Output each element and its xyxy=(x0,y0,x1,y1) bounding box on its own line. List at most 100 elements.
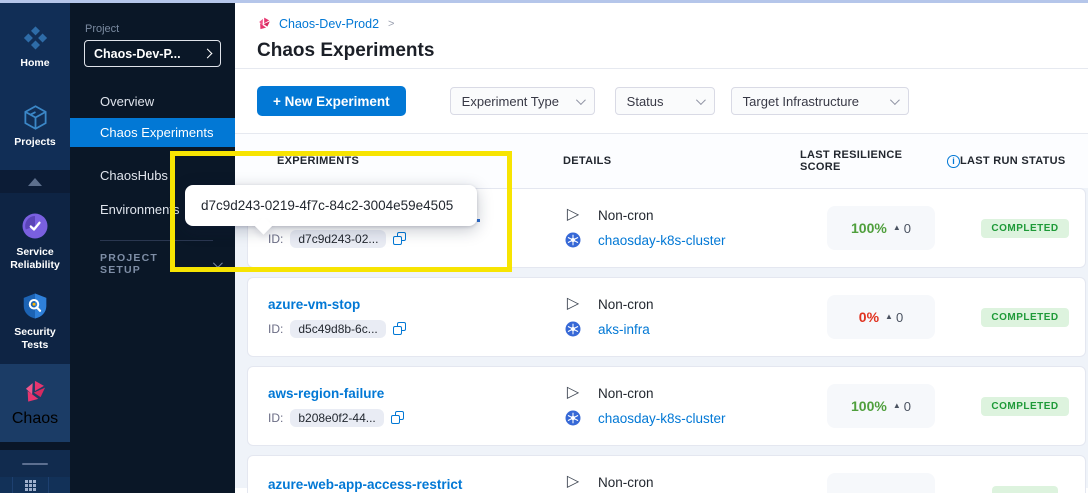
module-nav-rail: Home Projects Service Reliability xyxy=(0,3,70,493)
table-header: EXPERIMENTS DETAILS LAST RESILIENCE SCOR… xyxy=(235,134,1088,188)
sidebar-item-overview[interactable]: Overview xyxy=(70,87,235,115)
resilience-score-pill: ▲ xyxy=(827,473,935,493)
experiment-cell: azure-vm-stop ID: d5c49d8b-6c... xyxy=(268,297,564,338)
column-header-label: LAST RESILIENCE SCORE xyxy=(800,149,941,173)
schedule-type: Non-cron xyxy=(598,208,654,223)
play-icon: ▷ xyxy=(564,474,582,490)
filter-status[interactable]: Status xyxy=(615,87,715,115)
caret-up-icon: ▲ xyxy=(893,402,901,410)
experiment-name-link[interactable]: azure-web-app-access-restrict xyxy=(268,477,462,492)
sidebar-item-chaos-experiments[interactable]: Chaos Experiments xyxy=(70,118,235,147)
sidebar-item-home[interactable]: Home xyxy=(0,3,70,80)
experiment-cell: aws-region-failure ID: b208e0f2-44... xyxy=(268,386,564,427)
experiment-id-row: ID: b208e0f2-44... xyxy=(268,409,564,427)
kubernetes-icon xyxy=(564,231,582,249)
security-tests-icon xyxy=(20,291,50,321)
details-cell: ▷ Non-cron chaosday-k8s-cluster xyxy=(564,385,801,427)
kubernetes-icon xyxy=(564,409,582,427)
resilience-score-pill: 0% ▲ 0 xyxy=(827,295,935,339)
breadcrumb-project-link[interactable]: Chaos-Dev-Prod2 xyxy=(279,17,379,31)
resilience-score-pill: 100% ▲ 0 xyxy=(827,384,935,428)
score-delta: ▲ 0 xyxy=(893,221,911,236)
sidebar-item-service-reliability[interactable]: Service Reliability xyxy=(0,201,70,281)
experiment-id-tooltip: d7c9d243-0219-4f7c-84c2-3004e59e4505 xyxy=(185,185,477,226)
table-row[interactable]: aws-region-failure ID: b208e0f2-44... ▷ … xyxy=(247,366,1086,446)
copy-icon[interactable] xyxy=(391,411,404,424)
column-header-last-run-status: LAST RUN STATUS xyxy=(960,155,1088,167)
nav-section-top: Home Projects xyxy=(0,3,70,170)
table-row[interactable]: azure-vm-stop ID: d5c49d8b-6c... ▷ Non-c… xyxy=(247,277,1086,357)
experiment-name-link[interactable]: azure-vm-stop xyxy=(268,297,360,312)
experiment-cell: azure-web-app-access-restrict xyxy=(268,477,564,493)
project-selector-value: Chaos-Dev-P... xyxy=(94,47,181,61)
infrastructure-link[interactable]: aks-infra xyxy=(598,322,650,337)
project-selector[interactable]: Chaos-Dev-P... xyxy=(84,40,221,67)
play-icon: ▷ xyxy=(564,296,582,312)
experiment-id-value: b208e0f2-44... xyxy=(290,409,383,427)
project-label: Project xyxy=(85,23,119,35)
new-experiment-button[interactable]: + New Experiment xyxy=(257,86,406,116)
nav-bottom-bar xyxy=(0,477,70,493)
copy-icon[interactable] xyxy=(393,232,406,245)
sidebar-divider xyxy=(100,240,213,241)
infrastructure-row: chaosday-k8s-cluster xyxy=(564,231,801,249)
sidebar-item-projects[interactable]: Projects xyxy=(0,94,70,159)
run-status-cell: COMPLETED xyxy=(961,308,1085,327)
copy-icon[interactable] xyxy=(393,322,406,335)
id-label: ID: xyxy=(268,232,283,246)
experiment-id-value: d5c49d8b-6c... xyxy=(290,320,385,338)
filter-label: Target Infrastructure xyxy=(743,94,859,109)
score-delta: ▲ 0 xyxy=(893,399,911,414)
sidebar-item-chaos[interactable]: Chaos xyxy=(0,364,70,442)
resilience-score-value: 100% xyxy=(851,220,887,236)
nav-gap xyxy=(0,442,70,450)
schedule-type-row: ▷ Non-cron xyxy=(564,474,801,490)
schedule-type: Non-cron xyxy=(598,475,654,490)
infrastructure-link[interactable]: chaosday-k8s-cluster xyxy=(598,411,726,426)
resilience-score-cell: 100% ▲ 0 xyxy=(801,384,961,428)
play-icon: ▷ xyxy=(564,385,582,401)
service-reliability-icon xyxy=(20,211,50,241)
score-delta-value: 0 xyxy=(896,310,903,325)
score-delta: ▲ 0 xyxy=(885,310,903,325)
sidebar-item-label: Service Reliability xyxy=(2,246,68,271)
module-switcher-button[interactable] xyxy=(13,477,49,493)
toolbar: + New Experiment Experiment Type Status … xyxy=(235,69,1088,134)
infrastructure-link[interactable]: chaosday-k8s-cluster xyxy=(598,233,726,248)
nav-divider-section xyxy=(0,450,70,477)
caret-up-icon: ▲ xyxy=(893,224,901,232)
play-icon: ▷ xyxy=(564,207,582,223)
window-top-strip xyxy=(0,0,1088,3)
filter-target-infrastructure[interactable]: Target Infrastructure xyxy=(731,87,909,115)
schedule-type-row: ▷ Non-cron xyxy=(564,207,801,223)
run-status-cell: COMPLETED xyxy=(961,397,1085,416)
chaos-icon xyxy=(22,378,49,405)
home-icon xyxy=(22,25,49,52)
schedule-type-row: ▷ Non-cron xyxy=(564,385,801,401)
chevron-down-icon xyxy=(213,258,223,268)
run-status-cell xyxy=(961,486,1085,493)
nav-scroll-up[interactable] xyxy=(0,170,70,193)
column-header-details: DETAILS xyxy=(563,155,800,167)
filter-experiment-type[interactable]: Experiment Type xyxy=(450,87,595,115)
experiment-name-link[interactable]: aws-region-failure xyxy=(268,386,384,401)
nav-section-mid: Service Reliability Security Tests xyxy=(0,193,70,364)
table-row[interactable]: azure-web-app-access-restrict ▷ Non-cron xyxy=(247,455,1086,493)
details-cell: ▷ Non-cron aks-infra xyxy=(564,296,801,338)
chevron-down-icon xyxy=(576,95,586,105)
chevron-down-icon xyxy=(890,95,900,105)
info-icon[interactable]: i xyxy=(947,155,960,168)
project-setup-label: PROJECT SETUP xyxy=(100,252,199,276)
schedule-type: Non-cron xyxy=(598,386,654,401)
tooltip-text: d7c9d243-0219-4f7c-84c2-3004e59e4505 xyxy=(201,198,453,213)
page-title: Chaos Experiments xyxy=(257,40,1088,62)
breadcrumb-separator: > xyxy=(388,18,394,30)
sidebar-item-label: Chaos xyxy=(12,410,58,428)
sidebar-item-security-tests[interactable]: Security Tests xyxy=(0,281,70,361)
project-setup-toggle[interactable]: PROJECT SETUP xyxy=(100,252,220,276)
sidebar-item-label: Home xyxy=(20,57,49,70)
kubernetes-icon xyxy=(564,320,582,338)
scroll-up-icon xyxy=(28,178,42,186)
breadcrumb: Chaos-Dev-Prod2 > xyxy=(257,16,1088,31)
projects-icon xyxy=(22,104,49,131)
